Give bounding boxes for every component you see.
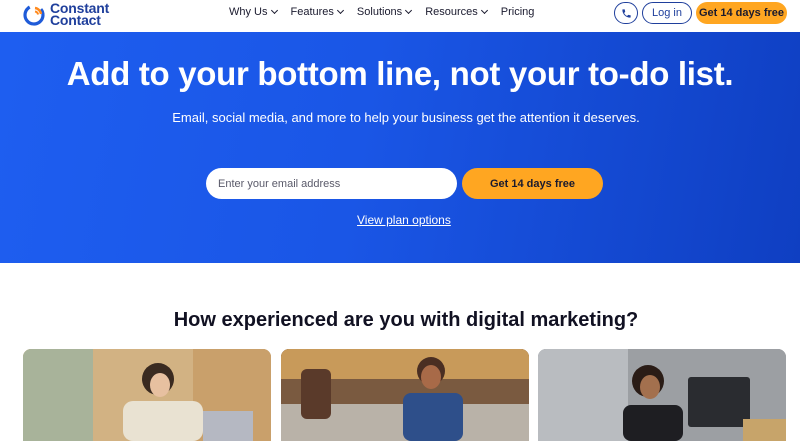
nav-solutions[interactable]: Solutions — [356, 6, 413, 18]
login-button[interactable]: Log in — [642, 2, 692, 24]
card-photo-woman-at-shop — [23, 349, 271, 441]
logo-icon — [23, 4, 45, 26]
section-title: How experienced are you with digital mar… — [173, 309, 639, 331]
header-trial-button[interactable]: Get 14 days free — [696, 2, 787, 24]
constant-contact-logo[interactable]: Constant Contact — [22, 0, 109, 28]
card-photo-woman-at-computer — [538, 349, 786, 441]
nav-features[interactable]: Features — [290, 6, 344, 18]
nav-solutions-label: Solutions — [356, 6, 403, 18]
experience-card-advanced[interactable] — [538, 349, 786, 441]
email-input[interactable]: Enter your email address — [206, 168, 457, 199]
hero-section: Add to your bottom line, not your to-do … — [0, 32, 800, 263]
site-header: Constant Contact Why Us Features Solutio… — [0, 0, 800, 32]
nav-features-label: Features — [290, 6, 334, 18]
chevron-down-icon — [480, 6, 488, 15]
card-photo-man-at-restaurant — [281, 349, 529, 441]
phone-button[interactable] — [614, 2, 638, 24]
logo-line-2: Contact — [50, 12, 101, 28]
hero-trial-button[interactable]: Get 14 days free — [462, 168, 603, 199]
nav-resources-label: Resources — [425, 6, 478, 18]
nav-resources[interactable]: Resources — [425, 6, 488, 18]
chevron-down-icon — [405, 6, 413, 15]
view-plan-options-link[interactable]: View plan options — [357, 213, 451, 227]
nav-pricing-label: Pricing — [500, 6, 535, 18]
nav-why-us-label: Why Us — [229, 6, 268, 18]
nav-pricing[interactable]: Pricing — [501, 6, 535, 18]
logo-wordmark: Constant Contact — [50, 1, 109, 28]
experience-card-beginner[interactable] — [23, 349, 271, 441]
chevron-down-icon — [270, 6, 278, 15]
hero-subtitle: Email, social media, and more to help yo… — [172, 110, 640, 125]
chevron-down-icon — [336, 6, 344, 15]
experience-card-intermediate[interactable] — [281, 349, 529, 441]
phone-icon — [621, 8, 631, 18]
nav-why-us[interactable]: Why Us — [229, 6, 278, 18]
hero-title: Add to your bottom line, not your to-do … — [66, 55, 734, 92]
main-nav: Why Us Features Solutions Resources Pric… — [229, 6, 534, 18]
